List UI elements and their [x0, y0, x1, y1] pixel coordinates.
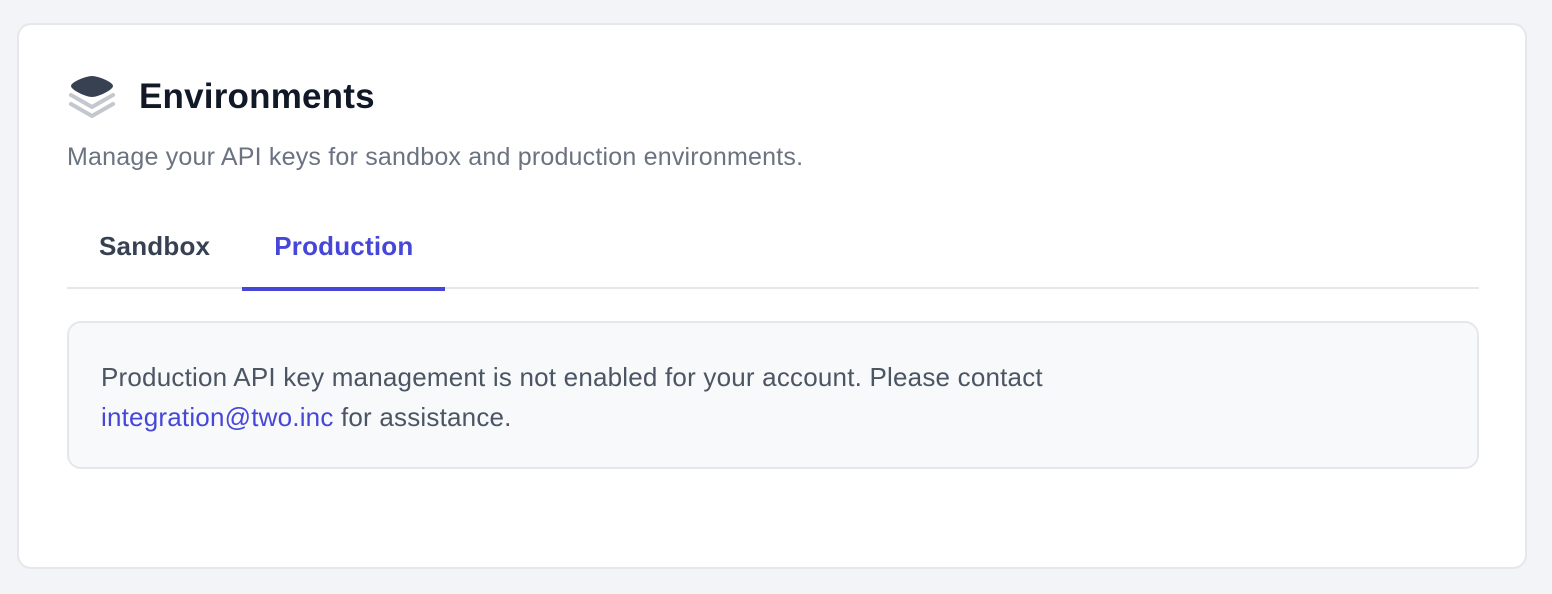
- notice-text-end: for assistance.: [333, 402, 512, 432]
- environments-card: Environments Manage your API keys for sa…: [17, 23, 1527, 569]
- production-notice: Production API key management is not ena…: [67, 321, 1479, 469]
- section-subtitle: Manage your API keys for sandbox and pro…: [67, 143, 804, 171]
- section-header: Environments: [67, 73, 375, 121]
- support-email-link[interactable]: integration@two.inc: [101, 402, 334, 432]
- notice-text: Production API key management is not ena…: [101, 362, 1043, 392]
- tab-sandbox[interactable]: Sandbox: [67, 215, 242, 289]
- section-title: Environments: [139, 77, 375, 116]
- layers-icon: [69, 76, 115, 118]
- tab-production[interactable]: Production: [242, 215, 446, 291]
- environment-tabs: Sandbox Production: [67, 215, 1479, 291]
